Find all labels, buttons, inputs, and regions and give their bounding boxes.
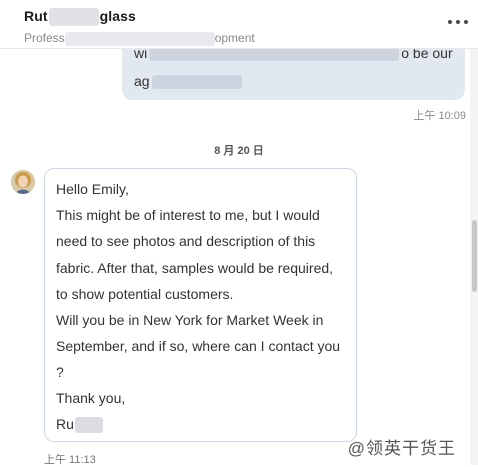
avatar-image <box>11 170 35 194</box>
redacted-name-blur <box>48 8 99 27</box>
signature-start: Ru <box>56 416 74 432</box>
received-message-signature: Ru <box>56 416 103 434</box>
scrollbar-track[interactable] <box>470 48 478 465</box>
contact-name[interactable]: Rut glass <box>24 8 136 27</box>
contact-name-end: glass <box>99 8 136 24</box>
received-message-line: This might be of interest to me, but I w… <box>56 207 320 223</box>
received-message-line: fabric. After that, samples would be req… <box>56 260 334 276</box>
sent-timestamp: 上午 10:09 <box>413 110 466 122</box>
avatar[interactable] <box>11 170 35 194</box>
headline-start: Profess <box>24 31 65 45</box>
redacted-text-blur <box>149 47 400 62</box>
sent-message-line: ag <box>134 73 242 90</box>
date-divider: 8 月 20 日 <box>214 145 264 157</box>
dot <box>456 20 460 24</box>
received-message-line: Thank you, <box>56 390 126 406</box>
received-message-line: need to see photos and description of th… <box>56 233 316 249</box>
dot <box>448 20 452 24</box>
contact-name-start: Rut <box>24 8 48 24</box>
sent-line2-start: ag <box>134 73 150 89</box>
received-message-line: to show potential customers. <box>56 286 234 302</box>
received-message-line: September, and if so, where can I contac… <box>56 338 341 354</box>
headline-end: opment <box>214 31 255 45</box>
dot <box>464 20 468 24</box>
received-message-line: ? <box>56 364 64 380</box>
redacted-text-blur <box>151 75 242 90</box>
contact-headline: Profess opment <box>24 31 255 46</box>
conversation-header: Rut glass Profess opment <box>0 0 478 49</box>
more-options-icon[interactable] <box>448 20 468 24</box>
redacted-signature-blur <box>74 417 103 434</box>
received-message-line: Will you be in New York for Market Week … <box>56 312 324 328</box>
received-message-line: Hello Emily, <box>56 181 129 197</box>
scrollbar-thumb[interactable] <box>472 220 477 292</box>
redacted-headline-blur <box>64 31 215 46</box>
watermark: @领英干货王 <box>347 439 456 458</box>
